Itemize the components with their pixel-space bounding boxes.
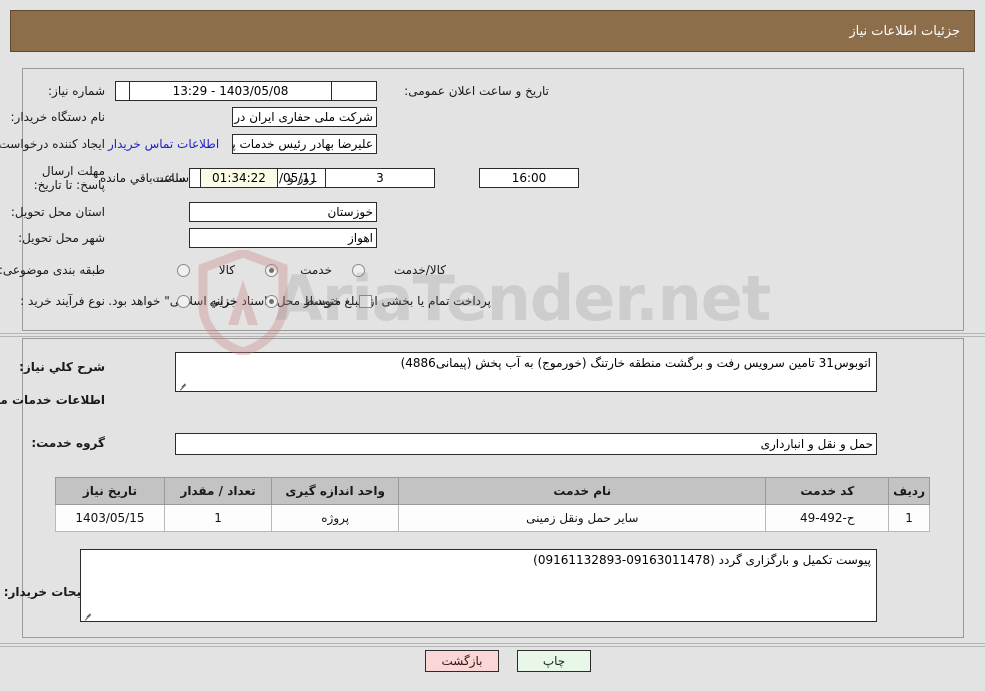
radio-category-kala-label: کالا: [218, 263, 235, 277]
general-description-textarea[interactable]: اتوبوس31 تامین سرویس رفت و برگشت منطقه خ…: [175, 352, 877, 392]
subject-category-label: طبقه بندی موضوعی:: [0, 263, 105, 277]
deadline-days-label: روز و: [288, 171, 315, 185]
delivery-city-value: اهواز: [189, 228, 377, 248]
buyer-notes-textarea[interactable]: پیوست تکمیل و بارگزاری گردد (09163011478…: [80, 549, 877, 622]
table-row: 1 ح-492-49 سایر حمل ونقل زمینی پروژه 1 1…: [55, 504, 930, 532]
radio-category-kala-khedmat-label: کالا/خدمت: [393, 263, 446, 277]
col-need-date: تاریخ نیاز: [55, 477, 165, 505]
general-description-label: شرح کلي نیاز:: [19, 360, 105, 374]
cell-need-date: 1403/05/15: [55, 504, 165, 532]
buyer-org-label: نام دستگاه خریدار:: [10, 110, 106, 124]
resize-grip-icon[interactable]: [178, 380, 188, 390]
delivery-province-value: خوزستان: [189, 202, 377, 222]
services-info-heading: اطلاعات خدمات مورد نیاز: [0, 393, 105, 407]
request-creator-label: ایجاد کننده درخواست:: [0, 137, 105, 151]
cell-unit: پروژه: [271, 504, 400, 532]
purchase-process-label: نوع فرآیند خرید :: [20, 294, 105, 308]
service-items-table: ردیف کد خدمت نام خدمت واحد اندازه گیری ت…: [55, 477, 930, 532]
radio-category-kala-khedmat[interactable]: [352, 264, 365, 277]
need-info-panel: [22, 68, 964, 331]
section-divider-bottom: [0, 336, 985, 337]
cell-service-code: ح-492-49: [765, 504, 890, 532]
treasury-docs-text: پرداخت تمام یا بخشی از مبلغ خرید،از محل …: [108, 294, 491, 308]
radio-process-motevaset[interactable]: [265, 295, 278, 308]
announcement-value: 1403/05/08 - 13:29: [129, 81, 332, 101]
radio-category-kala[interactable]: [177, 264, 190, 277]
request-creator-value: علیرضا بهادر رئیس خدمات پشتیبانی شرکت مل…: [232, 134, 377, 154]
need-number-label: شماره نیاز:: [48, 84, 105, 98]
general-description-value: اتوبوس31 تامین سرویس رفت و برگشت منطقه خ…: [400, 356, 871, 370]
buyer-contact-link[interactable]: اطلاعات تماس خریدار: [108, 137, 219, 151]
announcement-label: تاریخ و ساعت اعلان عمومی:: [404, 84, 549, 98]
col-row-no: ردیف: [888, 477, 930, 505]
delivery-province-label: استان محل تحویل:: [10, 205, 105, 219]
footer-divider-top: [0, 643, 985, 644]
back-button[interactable]: بازگشت: [425, 650, 499, 672]
cell-row-no: 1: [888, 504, 930, 532]
page-title: جزئیات اطلاعات نیاز: [849, 23, 960, 39]
deadline-countdown-value: 01:34:22: [200, 168, 278, 188]
radio-category-khedmat-label: خدمت: [300, 263, 332, 277]
deadline-countdown-label: ساعت باقي مانده: [100, 171, 190, 185]
radio-process-jozei[interactable]: [177, 295, 190, 308]
resize-grip-icon-notes[interactable]: [83, 610, 93, 620]
print-button[interactable]: چاپ: [517, 650, 591, 672]
deadline-time-value: 16:00: [479, 168, 579, 188]
footer-divider-bottom: [0, 646, 985, 647]
delivery-city-label: شهر محل تحویل:: [18, 231, 105, 245]
col-service-name: نام خدمت: [398, 477, 767, 505]
service-group-label: گروه خدمت:: [31, 436, 105, 450]
buyer-notes-value: پیوست تکمیل و بارگزاری گردد (09163011478…: [533, 553, 871, 567]
response-deadline-label: مهلت ارسال پاسخ: تا تاریخ:: [33, 164, 105, 192]
section-divider-top: [0, 333, 985, 334]
cell-quantity: 1: [163, 504, 273, 532]
treasury-docs-checkbox[interactable]: [359, 295, 372, 308]
service-group-value: حمل و نقل و انبارداری: [175, 433, 877, 455]
page-title-bar: جزئیات اطلاعات نیاز: [10, 10, 975, 52]
buyer-org-value: شرکت ملی حفاری ایران در استان خوزستان: [232, 107, 377, 127]
col-service-code: کد خدمت: [765, 477, 890, 505]
table-header-row: ردیف کد خدمت نام خدمت واحد اندازه گیری ت…: [55, 477, 930, 505]
col-unit: واحد اندازه گیری: [271, 477, 400, 505]
col-quantity: تعداد / مقدار: [163, 477, 273, 505]
cell-service-name: سایر حمل ونقل زمینی: [398, 504, 767, 532]
radio-category-khedmat[interactable]: [265, 264, 278, 277]
deadline-days-value: 3: [325, 168, 435, 188]
